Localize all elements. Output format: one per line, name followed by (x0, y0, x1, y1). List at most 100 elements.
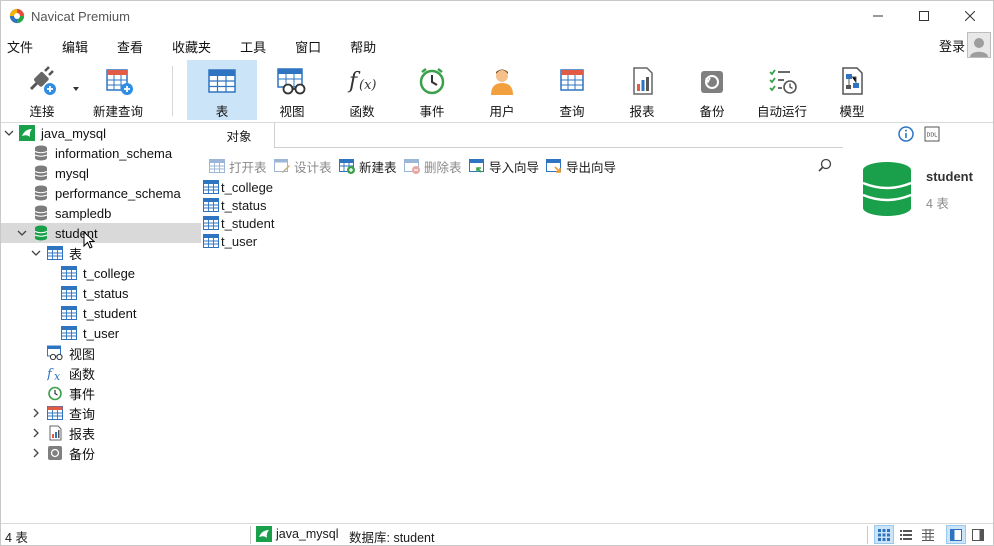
user-icon (486, 64, 518, 97)
info-icon[interactable] (898, 126, 914, 145)
table-icon (207, 64, 237, 97)
tree-db-student[interactable]: student (1, 223, 201, 243)
table-icon (61, 325, 77, 341)
tree-group-tables[interactable]: 表 (1, 243, 201, 263)
tree-group-label: 表 (69, 246, 83, 262)
export-wizard-button[interactable]: 导出向导 (546, 155, 616, 177)
tool-report[interactable]: 报表 (607, 60, 677, 120)
tree-table-t-student[interactable]: t_student (1, 303, 201, 323)
menu-view[interactable]: 查看 (110, 37, 155, 56)
design-table-label: 设计表 (294, 160, 332, 175)
view-grid-icon[interactable] (874, 525, 894, 544)
open-table-label: 打开表 (229, 160, 267, 175)
tree-db-mysql[interactable]: mysql (1, 163, 201, 183)
new-query-button[interactable]: 新建查询 (83, 60, 153, 120)
minimize-button[interactable] (855, 1, 901, 31)
panel-left-icon[interactable] (946, 525, 966, 544)
tab-underline (275, 147, 843, 148)
view-list-icon[interactable] (896, 525, 916, 544)
import-wizard-button[interactable]: 导入向导 (469, 155, 539, 177)
tree-group-queries[interactable]: 查询 (1, 403, 201, 423)
chevron-down-icon[interactable] (4, 128, 14, 138)
tree-group-reports[interactable]: 报表 (1, 423, 201, 443)
close-button[interactable] (947, 1, 993, 31)
object-action-bar: 打开表 设计表 新建表 删除表 导入向导 导出向导 (201, 155, 843, 177)
tab-objects[interactable]: 对象 (204, 123, 275, 148)
tree-table-t-user[interactable]: t_user (1, 323, 201, 343)
tree-db-sampledb[interactable]: sampledb (1, 203, 201, 223)
table-icon (61, 285, 77, 301)
menu-edit[interactable]: 编辑 (55, 37, 100, 56)
status-database: 数据库: student (349, 531, 435, 545)
design-table-button[interactable]: 设计表 (274, 155, 332, 177)
avatar[interactable] (967, 32, 991, 58)
chevron-down-icon[interactable] (31, 248, 41, 258)
tool-backup[interactable]: 备份 (677, 60, 747, 120)
object-tab-strip: 对象 (201, 123, 843, 148)
tool-query[interactable]: 查询 (537, 60, 607, 120)
backup-icon (696, 64, 728, 97)
tree-table-t-status[interactable]: t_status (1, 283, 201, 303)
menu-file[interactable]: 文件 (1, 37, 45, 56)
chevron-right-icon[interactable] (31, 428, 41, 438)
view-glasses-icon (276, 64, 308, 97)
delete-table-button[interactable]: 删除表 (404, 155, 462, 177)
tool-function-label: 函数 (349, 105, 375, 119)
tool-automation[interactable]: 自动运行 (747, 60, 817, 120)
chevron-right-icon[interactable] (31, 408, 41, 418)
tree-db-information-schema[interactable]: information_schema (1, 143, 201, 163)
tool-automation-label: 自动运行 (756, 105, 807, 119)
tool-view[interactable]: 视图 (257, 60, 327, 120)
tool-model[interactable]: 模型 (817, 60, 887, 120)
login-link[interactable]: 登录 (939, 36, 965, 55)
view-detail-icon[interactable] (918, 525, 938, 544)
new-query-icon (101, 64, 135, 97)
database-large-icon (861, 161, 913, 220)
new-table-label: 新建表 (359, 160, 397, 175)
view-glasses-icon (47, 345, 63, 361)
status-divider (867, 526, 868, 544)
menu-favorites[interactable]: 收藏夹 (165, 37, 223, 56)
search-icon[interactable] (818, 158, 832, 175)
object-table-t-college[interactable]: t_college (203, 178, 273, 196)
maximize-button[interactable] (901, 1, 947, 31)
chevron-down-icon[interactable] (17, 228, 27, 238)
object-table-t-status[interactable]: t_status (203, 196, 267, 214)
new-table-button[interactable]: 新建表 (339, 155, 397, 177)
menu-tools[interactable]: 工具 (233, 37, 278, 56)
panel-right-icon[interactable] (968, 525, 988, 544)
connect-button[interactable]: 连接 (7, 60, 77, 120)
menu-bar: 文件 编辑 查看 收藏夹 工具 窗口 帮助 (1, 35, 398, 57)
tool-function[interactable]: f (x) 函数 (327, 60, 397, 120)
object-table-label: t_user (221, 233, 258, 249)
tree-group-functions[interactable]: fx 函数 (1, 363, 201, 383)
tool-user[interactable]: 用户 (467, 60, 537, 120)
open-table-button[interactable]: 打开表 (209, 155, 267, 177)
mouse-cursor-icon (83, 230, 96, 254)
navicat-logo-icon (9, 8, 25, 24)
tree-group-events[interactable]: 事件 (1, 383, 201, 403)
tree-group-backups[interactable]: 备份 (1, 443, 201, 463)
menu-help[interactable]: 帮助 (343, 37, 388, 56)
tree-connection-java-mysql[interactable]: java_mysql (1, 123, 201, 143)
query-icon (556, 64, 588, 97)
new-table-icon (339, 158, 355, 174)
table-icon (61, 265, 77, 281)
chevron-right-icon[interactable] (31, 448, 41, 458)
object-table-t-student[interactable]: t_student (203, 214, 275, 232)
tree-group-views[interactable]: 视图 (1, 343, 201, 363)
menu-window[interactable]: 窗口 (288, 37, 333, 56)
backup-icon (47, 445, 63, 461)
delete-table-icon (404, 158, 420, 174)
connect-dropdown-icon[interactable] (73, 87, 79, 91)
tree-db-performance-schema[interactable]: performance_schema (1, 183, 201, 203)
ddl-icon[interactable]: DDL (924, 126, 940, 145)
open-table-icon (209, 158, 225, 174)
tool-table[interactable]: 表 (187, 60, 257, 120)
tool-event[interactable]: 事件 (397, 60, 467, 120)
tree-table-t-college[interactable]: t_college (1, 263, 201, 283)
object-table-t-user[interactable]: t_user (203, 232, 257, 250)
database-gray-icon (33, 165, 49, 181)
table-icon (203, 234, 219, 248)
object-table-label: t_college (221, 179, 274, 195)
